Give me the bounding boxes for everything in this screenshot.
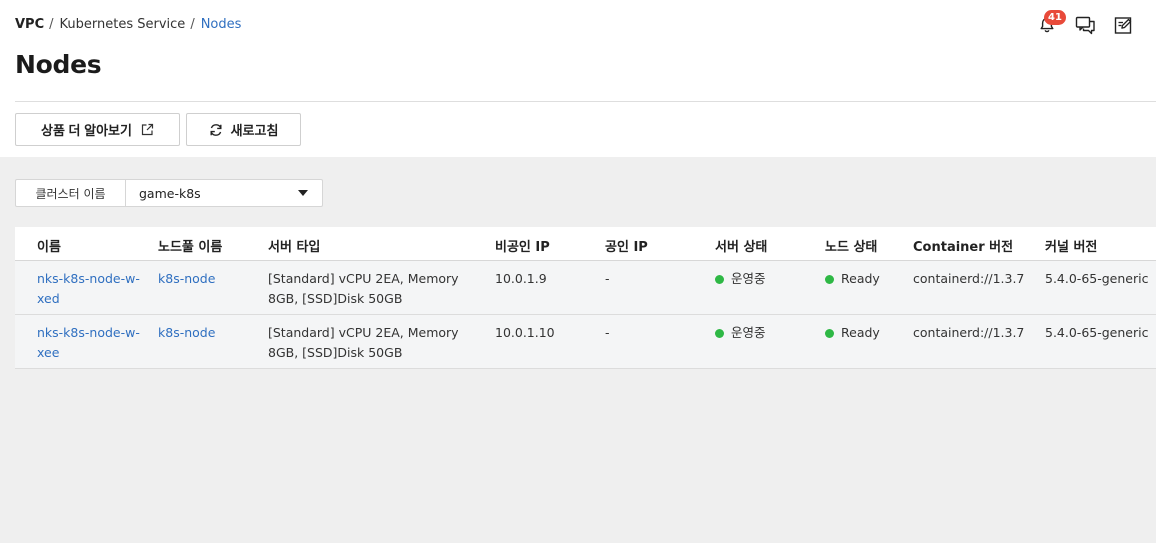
status-dot-icon xyxy=(715,328,724,338)
chat-button[interactable] xyxy=(1074,14,1096,36)
public-ip-cell: - xyxy=(605,325,610,340)
node-status-cell: Ready xyxy=(825,269,880,289)
nodepool-link[interactable]: k8s-node xyxy=(158,269,215,289)
column-header-node-status[interactable]: 노드 상태 xyxy=(825,236,877,255)
page-title: Nodes xyxy=(15,50,102,79)
container-version-cell: containerd://1.3.7 xyxy=(913,325,1025,340)
caret-down-icon xyxy=(298,190,308,196)
breadcrumb-kubernetes-service[interactable]: Kubernetes Service xyxy=(60,17,186,32)
memo-button[interactable] xyxy=(1112,14,1134,36)
breadcrumb-separator: / xyxy=(49,17,54,32)
cluster-filter-label: 클러스터 이름 xyxy=(16,180,126,206)
status-dot-icon xyxy=(825,274,834,284)
node-status-text: Ready xyxy=(841,325,880,340)
server-type-cell: [Standard] vCPU 2EA, Memory 8GB, [SSD]Di… xyxy=(268,271,459,306)
learn-more-button[interactable]: 상품 더 알아보기 xyxy=(15,113,180,146)
table-row[interactable]: nks-k8s-node-w-xee k8s-node [Standard] v… xyxy=(15,315,1156,369)
cluster-select[interactable]: game-k8s xyxy=(126,180,322,206)
cluster-filter: 클러스터 이름 game-k8s xyxy=(15,179,323,207)
private-ip-cell: 10.0.1.9 xyxy=(495,271,547,286)
column-header-server-type[interactable]: 서버 타입 xyxy=(268,236,473,255)
column-header-public-ip[interactable]: 공인 IP xyxy=(605,236,648,255)
notification-count-badge: 41 xyxy=(1044,10,1066,25)
node-status-text: Ready xyxy=(841,271,880,286)
chat-icon xyxy=(1075,16,1095,34)
external-link-icon xyxy=(141,123,154,136)
table-header: 이름 노드풀 이름 서버 타입 비공인 IP 공인 IP 서버 상태 노드 상태… xyxy=(15,227,1156,261)
nodes-table: 이름 노드풀 이름 서버 타입 비공인 IP 공인 IP 서버 상태 노드 상태… xyxy=(15,227,1156,369)
nodepool-link[interactable]: k8s-node xyxy=(158,323,215,343)
container-version-cell: containerd://1.3.7 xyxy=(913,271,1025,286)
breadcrumb-nodes[interactable]: Nodes xyxy=(201,17,242,32)
private-ip-cell: 10.0.1.10 xyxy=(495,325,555,340)
kernel-version-cell: 5.4.0-65-generic xyxy=(1045,271,1149,286)
column-header-private-ip[interactable]: 비공인 IP xyxy=(495,236,550,255)
column-header-nodepool[interactable]: 노드풀 이름 xyxy=(158,236,222,255)
node-status-cell: Ready xyxy=(825,323,880,343)
breadcrumb-vpc[interactable]: VPC xyxy=(15,17,44,32)
refresh-button[interactable]: 새로고침 xyxy=(186,113,301,146)
table-row[interactable]: nks-k8s-node-w-xed k8s-node [Standard] v… xyxy=(15,261,1156,315)
refresh-icon xyxy=(209,123,223,137)
column-header-container-version[interactable]: Container 버전 xyxy=(913,236,1013,255)
breadcrumb: VPC / Kubernetes Service / Nodes xyxy=(15,17,241,32)
cluster-select-value: game-k8s xyxy=(139,185,201,201)
column-header-server-status[interactable]: 서버 상태 xyxy=(715,236,767,255)
header-divider xyxy=(15,101,1156,102)
server-status-text: 운영중 xyxy=(731,271,766,286)
column-header-name[interactable]: 이름 xyxy=(37,236,152,255)
status-dot-icon xyxy=(825,328,834,338)
header-actions: 41 xyxy=(1036,10,1156,38)
public-ip-cell: - xyxy=(605,271,610,286)
breadcrumb-separator: / xyxy=(190,17,195,32)
kernel-version-cell: 5.4.0-65-generic xyxy=(1045,325,1149,340)
refresh-label: 새로고침 xyxy=(230,123,279,138)
learn-more-label: 상품 더 알아보기 xyxy=(41,123,132,138)
column-header-kernel-version[interactable]: 커널 버전 xyxy=(1045,236,1097,255)
server-status-text: 운영중 xyxy=(731,325,766,340)
node-name-link[interactable]: nks-k8s-node-w-xed xyxy=(37,269,152,309)
page-header: VPC / Kubernetes Service / Nodes Nodes 4… xyxy=(0,0,1156,157)
status-dot-icon xyxy=(715,274,724,284)
edit-note-icon xyxy=(1114,16,1131,34)
server-status-cell: 운영중 xyxy=(715,269,766,289)
notification-button[interactable]: 41 xyxy=(1036,10,1066,36)
server-type-cell: [Standard] vCPU 2EA, Memory 8GB, [SSD]Di… xyxy=(268,325,459,360)
node-name-link[interactable]: nks-k8s-node-w-xee xyxy=(37,323,152,363)
server-status-cell: 운영중 xyxy=(715,323,766,343)
